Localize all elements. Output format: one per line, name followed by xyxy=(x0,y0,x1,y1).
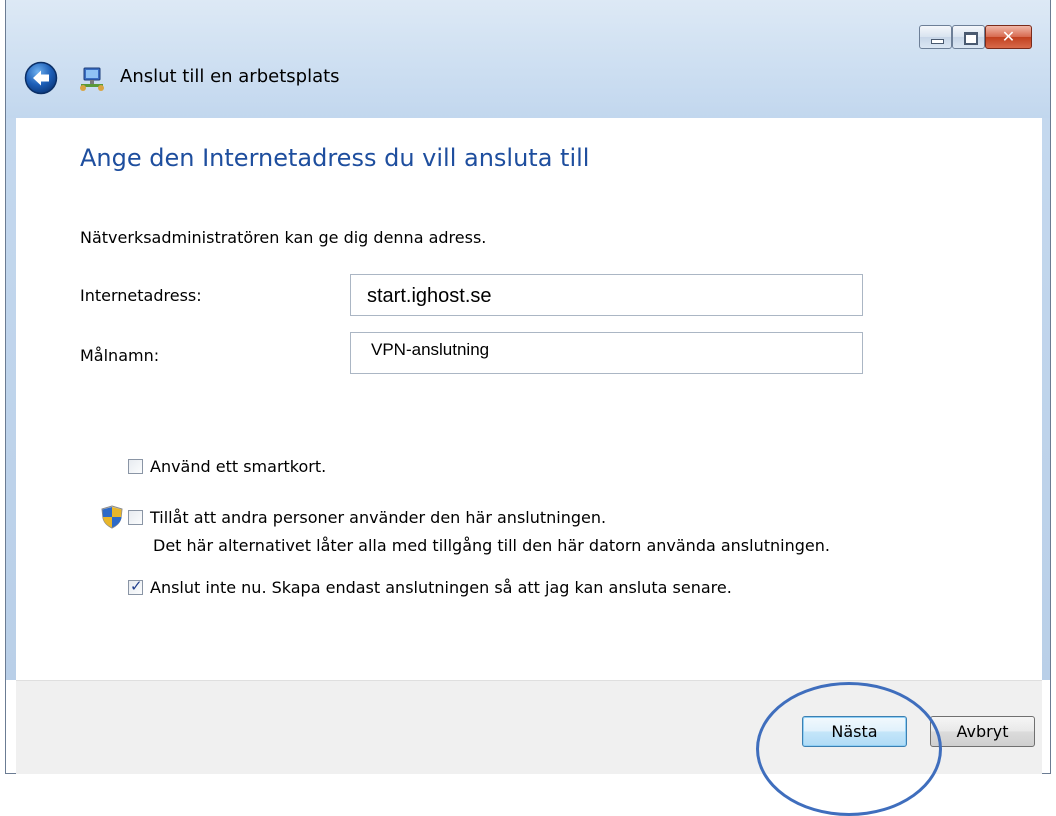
title-bar xyxy=(6,0,1050,118)
window-title: Anslut till en arbetsplats xyxy=(120,66,340,87)
smartcard-checkbox[interactable] xyxy=(128,459,143,474)
page-heading: Ange den Internetadress du vill ansluta … xyxy=(80,144,590,172)
dont-connect-label: Anslut inte nu. Skapa endast anslutninge… xyxy=(150,578,732,597)
allow-others-option[interactable]: Tillåt att andra personer använder den h… xyxy=(128,508,606,527)
checkmark-icon: ✓ xyxy=(130,577,143,595)
window-frame-left xyxy=(6,118,16,680)
close-button[interactable]: ✕ xyxy=(985,25,1032,49)
smartcard-option[interactable]: Använd ett smartkort. xyxy=(128,457,326,476)
maximize-icon xyxy=(964,32,978,45)
back-arrow-icon xyxy=(24,61,58,95)
internet-address-input[interactable]: start.ighost.se xyxy=(350,274,863,316)
target-name-input[interactable]: VPN-anslutning xyxy=(350,332,863,374)
next-button[interactable]: Nästa xyxy=(802,716,907,747)
target-name-label: Målnamn: xyxy=(80,346,160,365)
maximize-button[interactable] xyxy=(952,25,985,49)
wizard-content: Ange den Internetadress du vill ansluta … xyxy=(16,118,1042,680)
internet-address-label: Internetadress: xyxy=(80,286,202,305)
allow-others-checkbox[interactable] xyxy=(128,510,143,525)
allow-others-label: Tillåt att andra personer använder den h… xyxy=(150,508,607,527)
close-icon: ✕ xyxy=(1001,27,1016,46)
cancel-button[interactable]: Avbryt xyxy=(930,716,1035,747)
allow-others-note: Det här alternativet låter alla med till… xyxy=(153,536,830,555)
back-button[interactable] xyxy=(24,61,58,95)
minimize-icon xyxy=(931,39,944,44)
minimize-button[interactable] xyxy=(919,25,952,49)
page-description: Nätverksadministratören kan ge dig denna… xyxy=(80,228,487,247)
smartcard-label: Använd ett smartkort. xyxy=(150,457,327,476)
network-workplace-icon xyxy=(78,65,106,93)
dont-connect-checkbox[interactable]: ✓ xyxy=(128,577,143,595)
uac-shield-icon xyxy=(100,505,124,529)
dont-connect-option[interactable]: ✓ Anslut inte nu. Skapa endast anslutning… xyxy=(128,577,732,597)
wizard-window: ✕ Anslut till en arbetsplats Ange den In… xyxy=(5,0,1051,774)
button-bar: Nästa Avbryt xyxy=(16,680,1042,774)
